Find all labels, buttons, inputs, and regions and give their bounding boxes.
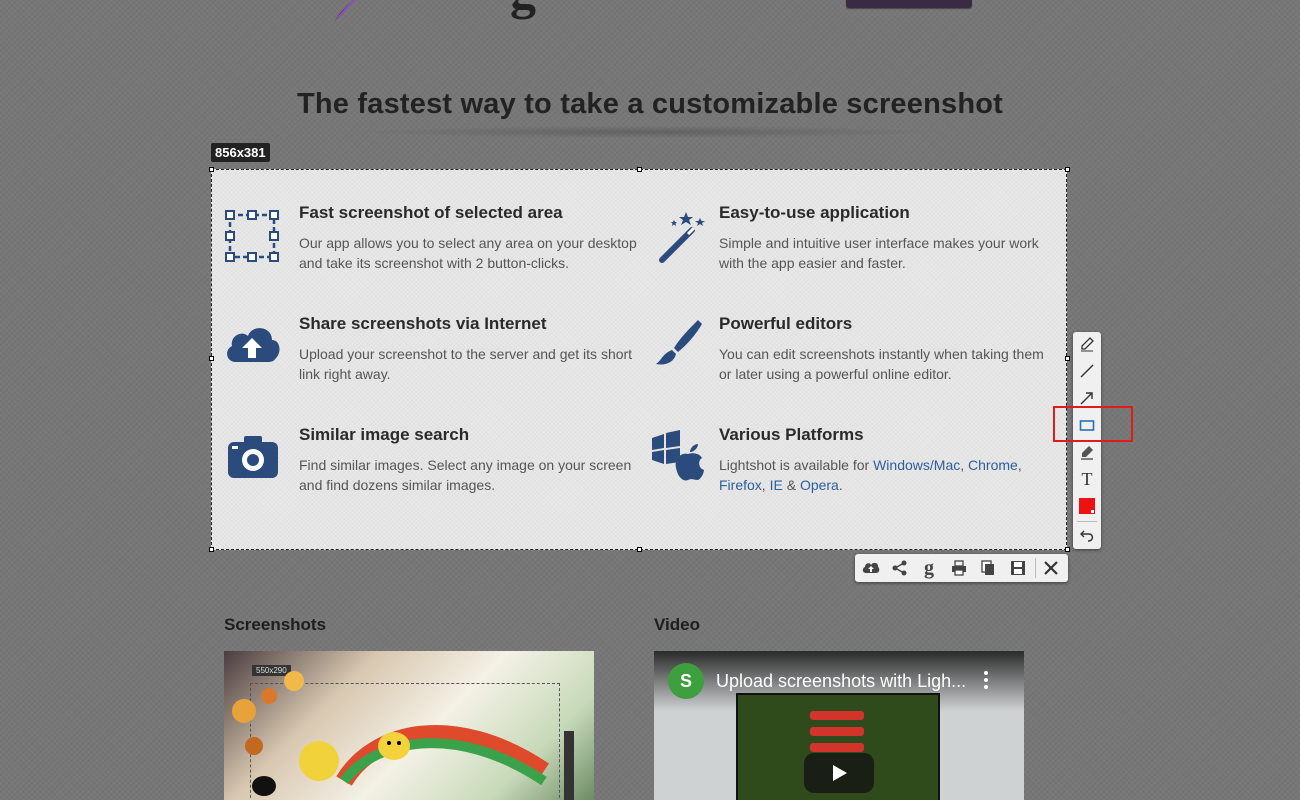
share-button[interactable] bbox=[887, 556, 913, 580]
action-toolbar: g bbox=[855, 554, 1068, 582]
arrow-icon bbox=[1080, 392, 1093, 405]
rectangle-tool-highlight bbox=[1053, 406, 1133, 442]
cloud-upload-icon bbox=[227, 328, 280, 362]
play-icon bbox=[833, 765, 847, 781]
resize-handle-bottom[interactable] bbox=[637, 547, 642, 552]
color-icon bbox=[1079, 498, 1095, 514]
line-tool-button[interactable] bbox=[1075, 359, 1099, 383]
platforms-desc-prefix: Lightshot is available for bbox=[719, 457, 874, 473]
copy-icon bbox=[981, 560, 994, 575]
feature-desc-easy-to-use: Simple and intuitive user interface make… bbox=[719, 235, 1039, 271]
screenshots-section-title: Screenshots bbox=[224, 615, 327, 634]
link-chrome[interactable]: Chrome bbox=[968, 457, 1018, 473]
channel-avatar[interactable]: S bbox=[668, 663, 704, 699]
resize-handle-bottom-right[interactable] bbox=[1065, 547, 1070, 552]
marker-icon bbox=[1081, 446, 1093, 460]
video-menu-icon[interactable] bbox=[984, 671, 988, 689]
resize-handle-top[interactable] bbox=[637, 167, 642, 172]
google-search-button[interactable]: g bbox=[916, 556, 942, 580]
link-ie[interactable]: IE bbox=[770, 477, 783, 493]
toolbar-divider bbox=[1035, 558, 1036, 578]
print-icon bbox=[952, 560, 966, 576]
undo-button[interactable] bbox=[1075, 523, 1099, 547]
feature-title-image-search: Similar image search bbox=[299, 425, 470, 444]
video-section-title: Video bbox=[654, 615, 700, 634]
feature-desc-share: Upload your screenshot to the server and… bbox=[299, 346, 633, 382]
upload-button[interactable] bbox=[858, 556, 884, 580]
feature-desc-editors: You can edit screenshots instantly when … bbox=[719, 346, 1044, 382]
resize-handle-top-right[interactable] bbox=[1065, 167, 1070, 172]
paint-brush-icon bbox=[656, 320, 702, 365]
pen-tool-button[interactable] bbox=[1075, 332, 1099, 356]
copy-button[interactable] bbox=[975, 556, 1001, 580]
share-icon bbox=[892, 560, 907, 576]
color-picker-button[interactable] bbox=[1075, 494, 1099, 518]
download-button[interactable] bbox=[846, 0, 972, 8]
pen-icon bbox=[1081, 337, 1094, 352]
upload-icon bbox=[862, 562, 880, 573]
save-button[interactable] bbox=[1005, 556, 1031, 580]
feature-title-editors: Powerful editors bbox=[719, 314, 853, 333]
resize-handle-bottom-left[interactable] bbox=[209, 547, 214, 552]
logo-feather-icon bbox=[334, 0, 356, 22]
feature-title-easy-to-use: Easy-to-use application bbox=[719, 203, 910, 222]
screenshot-preview[interactable]: 550x290 bbox=[224, 651, 594, 800]
resize-handle-top-left[interactable] bbox=[209, 167, 214, 172]
platforms-icon bbox=[652, 430, 704, 481]
feature-title-share: Share screenshots via Internet bbox=[299, 314, 547, 333]
link-firefox[interactable]: Firefox bbox=[719, 477, 762, 493]
page-headline: The fastest way to take a customizable s… bbox=[296, 88, 1004, 120]
feature-desc-platforms: Lightshot is available for Windows/Mac, … bbox=[719, 457, 1022, 493]
toolbar-divider bbox=[1077, 521, 1097, 522]
feature-title-fast-screenshot: Fast screenshot of selected area bbox=[299, 203, 563, 222]
selection-area-icon bbox=[225, 210, 279, 262]
close-icon bbox=[1044, 561, 1058, 575]
video-player[interactable]: S Upload screenshots with Ligh... bbox=[654, 651, 1024, 800]
save-icon bbox=[1011, 561, 1025, 575]
close-button[interactable] bbox=[1038, 556, 1064, 580]
feature-desc-fast-screenshot: Our app allows you to select any area on… bbox=[299, 235, 637, 271]
text-tool-button[interactable]: T bbox=[1075, 467, 1099, 491]
undo-icon bbox=[1080, 530, 1094, 542]
feature-desc-image-search: Find similar images. Select any image on… bbox=[299, 457, 632, 493]
video-title[interactable]: Upload screenshots with Ligh... bbox=[716, 671, 966, 692]
print-button[interactable] bbox=[946, 556, 972, 580]
preview-illustration bbox=[232, 671, 574, 800]
camera-icon bbox=[228, 436, 278, 478]
selection-size-label: 856x381 bbox=[211, 143, 270, 162]
link-opera[interactable]: Opera bbox=[800, 477, 839, 493]
feature-title-platforms: Various Platforms bbox=[719, 425, 864, 444]
link-windows-mac[interactable]: Windows/Mac bbox=[873, 457, 960, 473]
resize-handle-left[interactable] bbox=[209, 356, 214, 361]
resize-handle-right[interactable] bbox=[1065, 356, 1070, 361]
video-play-button[interactable] bbox=[804, 753, 874, 793]
headline-shadow bbox=[350, 126, 950, 138]
line-icon bbox=[1080, 364, 1094, 378]
marker-tool-button[interactable] bbox=[1075, 440, 1099, 464]
logo-wordmark-fragment: g bbox=[510, 0, 536, 21]
magic-wand-icon bbox=[659, 212, 705, 263]
